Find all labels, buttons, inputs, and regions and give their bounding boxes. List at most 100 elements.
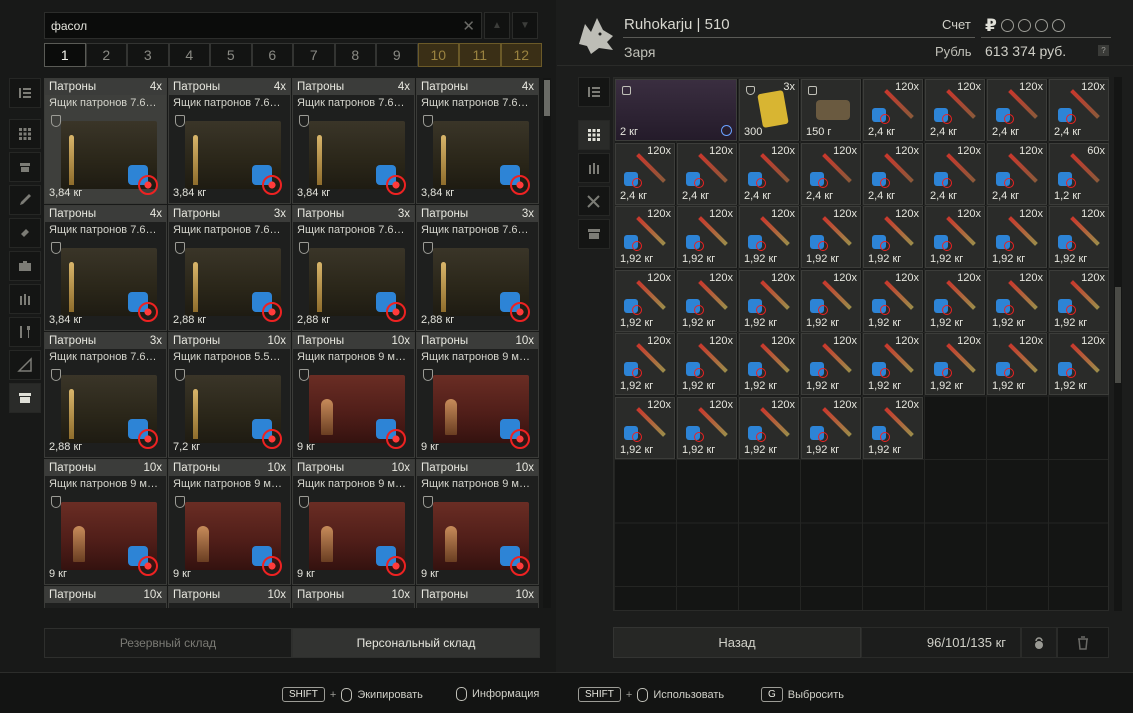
ammo-stack-item[interactable]: 120x 1,92 кг xyxy=(863,396,923,459)
stash-item-card[interactable]: Патроны 4x Ящик патронов 7.62 мм... 3,84 кг xyxy=(168,78,291,204)
ruler-icon[interactable] xyxy=(9,350,41,380)
page-tab-2[interactable]: 2 xyxy=(85,43,127,67)
ammo-stack-item[interactable]: 120x 1,92 кг xyxy=(615,396,675,459)
page-tab-12[interactable]: 12 xyxy=(500,43,542,67)
help-button[interactable]: ? xyxy=(1098,45,1109,56)
ammo-stack-item[interactable]: 120x 1,92 кг xyxy=(987,269,1047,332)
ammo-stack-item[interactable]: 60x 1,2 кг xyxy=(1049,142,1109,205)
ammo-stack-item[interactable]: 120x 2,4 кг xyxy=(987,142,1047,205)
faction-currency-icon[interactable] xyxy=(1034,19,1048,32)
stash-item-card[interactable]: Патроны 10x Ящик патронов 9 мм СБ... 9 кг xyxy=(292,459,415,585)
coin-currency-icon[interactable] xyxy=(1017,19,1031,32)
ammo-stack-item[interactable]: 120x 1,92 кг xyxy=(677,269,737,332)
sort-icon[interactable] xyxy=(578,77,610,107)
stash-item-card[interactable]: Патроны 10x Ящик патронов 9 мм СБ... 9 кг xyxy=(168,459,291,585)
camera-icon[interactable] xyxy=(9,251,41,281)
ammo-stack-item[interactable]: 120x 2,4 кг xyxy=(739,142,799,205)
knife-icon[interactable] xyxy=(9,185,41,215)
sort-icon[interactable] xyxy=(9,78,41,108)
stash-scrollbar[interactable] xyxy=(543,78,551,608)
ammo-stack-item[interactable]: 120x 2,4 кг xyxy=(615,142,675,205)
ammo-stack-item[interactable]: 120x 1,92 кг xyxy=(925,206,985,268)
stash-item-card[interactable]: Патроны 4x Ящик патронов 7.62 мм... 3,84 кг xyxy=(44,78,167,204)
ammo-icon[interactable] xyxy=(578,153,610,183)
page-tab-7[interactable]: 7 xyxy=(293,43,335,67)
stash-item-card[interactable]: Патроны 10x Ящик патронов 5.56 мм... 7,2 кг xyxy=(168,332,291,458)
trash-icon[interactable] xyxy=(1057,627,1109,658)
search-box[interactable]: ✕ xyxy=(44,12,482,39)
stash-item-card[interactable]: Патроны 4x Ящик патронов 7.62 мм... 3,84 кг xyxy=(292,78,415,204)
ammo-stack-item[interactable]: 120x 1,92 кг xyxy=(925,333,985,395)
scroll-up-button[interactable]: ▲ xyxy=(484,12,510,39)
token-currency-icon[interactable] xyxy=(1051,19,1065,32)
stash-item-card[interactable]: Патроны 4x Ящик патронов 7.62 мм... 3,84 кг xyxy=(416,78,539,204)
stash-item-card[interactable]: Патроны 10x Ящик патронов 9 мм СБ... 9 кг xyxy=(416,459,539,585)
personal-storage-tab[interactable]: Персональный склад xyxy=(292,628,540,658)
ammo-stack-item[interactable]: 120x 1,92 кг xyxy=(739,396,799,459)
grenade-icon[interactable] xyxy=(9,218,41,248)
ammo-stack-item[interactable]: 120x 1,92 кг xyxy=(677,396,737,459)
armor-icon[interactable] xyxy=(9,152,41,182)
stash-item-card[interactable]: Патроны 10x xyxy=(416,586,539,608)
container-icon[interactable] xyxy=(9,383,41,413)
ruble-icon[interactable]: ₽ xyxy=(985,16,997,36)
ammo-stack-item[interactable]: 120x 1,92 кг xyxy=(615,269,675,332)
ammo-stack-item[interactable]: 120x 2,4 кг xyxy=(801,142,861,205)
ammo-stack-item[interactable]: 120x 1,92 кг xyxy=(801,269,861,332)
all-items-icon[interactable] xyxy=(578,120,610,150)
stash-item-card[interactable]: Патроны 4x Ящик патронов 7.62 мм... 3,84 кг xyxy=(44,205,167,331)
ammo-stack-item[interactable]: 120x 1,92 кг xyxy=(1049,269,1109,332)
stash-item-card[interactable]: Патроны 10x xyxy=(292,586,415,608)
inventory-scrollbar[interactable] xyxy=(1114,77,1122,611)
scroll-down-button[interactable]: ▼ xyxy=(512,12,538,39)
container-icon[interactable] xyxy=(578,219,610,249)
back-button[interactable]: Назад xyxy=(613,627,861,658)
ammo-stack-item[interactable]: 120x 2,4 кг xyxy=(863,142,923,205)
gear-currency-icon[interactable] xyxy=(1000,19,1014,32)
ammo-stack-item[interactable]: 120x 1,92 кг xyxy=(801,206,861,268)
ammo-stack-item[interactable]: 120x 1,92 кг xyxy=(863,333,923,395)
yellow-medkit-item[interactable]: 3x 300 xyxy=(739,79,799,141)
ammo-stack-item[interactable]: 120x 1,92 кг xyxy=(739,269,799,332)
reserve-storage-tab[interactable]: Резервный склад xyxy=(44,628,292,658)
stash-item-card[interactable]: Патроны 10x xyxy=(44,586,167,608)
page-tab-8[interactable]: 8 xyxy=(334,43,376,67)
page-tab-9[interactable]: 9 xyxy=(376,43,418,67)
ammo-stack-item[interactable]: 120x 1,92 кг xyxy=(801,333,861,395)
page-tab-5[interactable]: 5 xyxy=(210,43,252,67)
ammo-stack-item[interactable]: 120x 2,4 кг xyxy=(863,79,923,141)
page-tab-11[interactable]: 11 xyxy=(459,43,501,67)
locked-case-item[interactable]: 2 кг xyxy=(615,79,737,141)
tools-icon[interactable] xyxy=(9,317,41,347)
ammo-stack-item[interactable]: 120x 1,92 кг xyxy=(739,333,799,395)
stash-item-card[interactable]: Патроны 3x Ящик патронов 7.62 мм... 2,88 кг xyxy=(168,205,291,331)
stash-item-card[interactable]: Патроны 10x Ящик патронов 9 мм СБ... 9 кг xyxy=(416,332,539,458)
ammo-icon[interactable] xyxy=(9,284,41,314)
search-input[interactable] xyxy=(45,13,481,38)
stash-item-card[interactable]: Патроны 3x Ящик патронов 7.62 мм... 2,88 кг xyxy=(292,205,415,331)
device-item[interactable]: 150 г xyxy=(801,79,861,141)
ammo-stack-item[interactable]: 120x 1,92 кг xyxy=(863,206,923,268)
ammo-stack-item[interactable]: 120x 2,4 кг xyxy=(677,142,737,205)
ammo-stack-item[interactable]: 120x 1,92 кг xyxy=(677,206,737,268)
clear-search-icon[interactable]: ✕ xyxy=(462,17,475,35)
ammo-stack-item[interactable]: 120x 1,92 кг xyxy=(1049,333,1109,395)
page-tab-10[interactable]: 10 xyxy=(417,43,459,67)
page-tab-1[interactable]: 1 xyxy=(44,43,86,67)
stash-item-card[interactable]: Патроны 3x Ящик патронов 7.62 мм... 2,88 кг xyxy=(44,332,167,458)
ammo-stack-item[interactable]: 120x 2,4 кг xyxy=(987,79,1047,141)
ammo-stack-item[interactable]: 120x 1,92 кг xyxy=(925,269,985,332)
page-tab-4[interactable]: 4 xyxy=(168,43,210,67)
stash-item-card[interactable]: Патроны 10x xyxy=(168,586,291,608)
ammo-stack-item[interactable]: 120x 1,92 кг xyxy=(801,396,861,459)
ammo-stack-item[interactable]: 120x 1,92 кг xyxy=(1049,206,1109,268)
ammo-stack-item[interactable]: 120x 2,4 кг xyxy=(925,79,985,141)
ammo-stack-item[interactable]: 120x 1,92 кг xyxy=(863,269,923,332)
page-tab-6[interactable]: 6 xyxy=(251,43,293,67)
ammo-stack-item[interactable]: 120x 1,92 кг xyxy=(739,206,799,268)
ammo-stack-item[interactable]: 120x 1,92 кг xyxy=(615,206,675,268)
ammo-stack-item[interactable]: 120x 1,92 кг xyxy=(987,333,1047,395)
ammo-stack-item[interactable]: 120x 1,92 кг xyxy=(615,333,675,395)
all-items-icon[interactable] xyxy=(9,119,41,149)
ammo-stack-item[interactable]: 120x 2,4 кг xyxy=(925,142,985,205)
